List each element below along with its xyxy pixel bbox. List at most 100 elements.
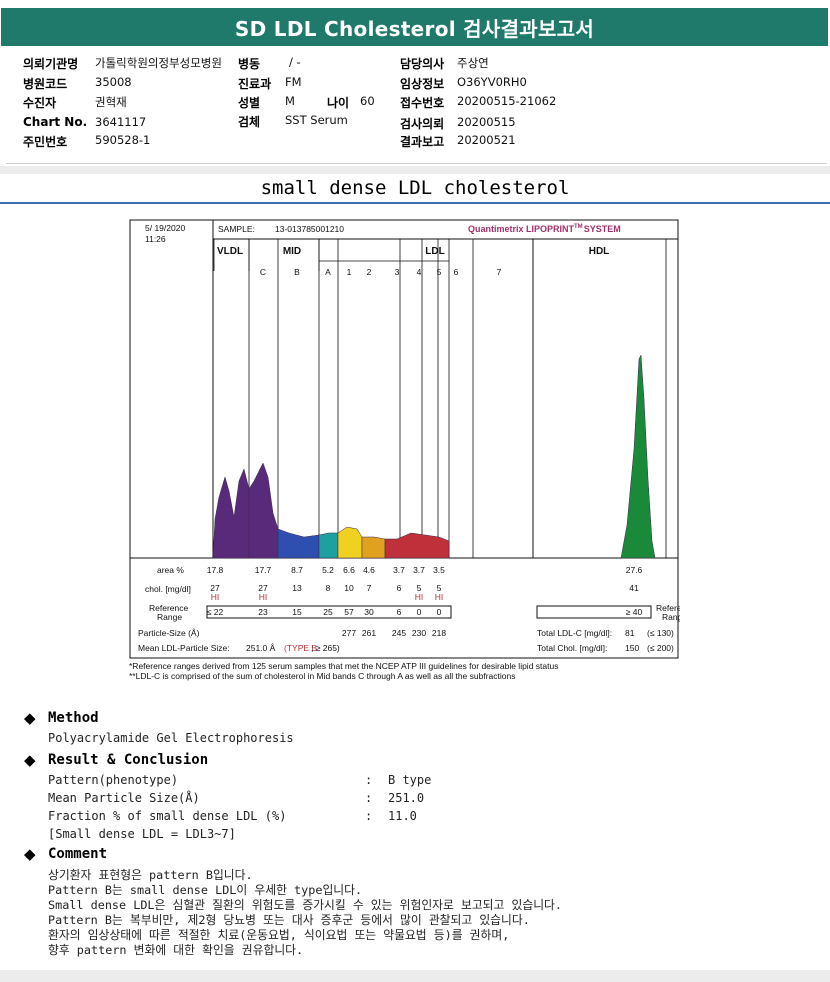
brand-name: Quantimetrix LIPOPRINTTMSYSTEM <box>468 224 621 234</box>
result-sep-size: : <box>365 791 373 805</box>
area-value: 17.7 <box>255 565 272 575</box>
group-label: HDL <box>589 246 610 257</box>
hdl-ref-label-2: Range <box>662 612 680 622</box>
band-label: 6 <box>454 267 459 277</box>
chart-time: 11:26 <box>145 234 166 244</box>
dept-value: FM <box>285 75 302 89</box>
section-title: small dense LDL cholesterol <box>260 177 570 199</box>
doctor-value: 주상연 <box>457 56 489 70</box>
clinical-value: O36YV0RH0 <box>457 75 527 89</box>
band-label: 7 <box>497 267 502 277</box>
sex-value: M <box>285 94 295 108</box>
area-value: 8.7 <box>291 565 303 575</box>
sample-value: 13-013785001210 <box>275 224 344 234</box>
chol-value: 6 <box>397 583 402 593</box>
result-sep-fraction: : <box>365 809 373 823</box>
divider-strip <box>0 166 830 174</box>
area-value: 6.6 <box>343 565 355 575</box>
report-title: SD LDL Cholesterol 검사결과보고서 <box>1 8 828 46</box>
total-chol-ref: (≤ 200) <box>647 643 674 653</box>
band-label: B <box>294 267 300 277</box>
lipoprint-chart-svg: 5/ 19/2020 11:26 SAMPLE: 13-013785001210… <box>129 219 680 661</box>
area-value: 17.8 <box>207 565 224 575</box>
result-note: [Small dense LDL = LDL3~7] <box>48 827 236 841</box>
hospital-value: 가톨릭학원의정부성모병원 <box>95 56 222 70</box>
ref-value: 25 <box>323 607 333 617</box>
particle-size-value: 245 <box>392 628 406 638</box>
ldl2-peak <box>361 536 386 559</box>
total-ldl-ref: (≤ 130) <box>647 628 674 638</box>
result-label-size: Mean Particle Size(Å) <box>48 791 200 805</box>
section-title-rule <box>0 202 830 204</box>
total-chol-value: 150 <box>625 643 639 653</box>
band-label: 5 <box>437 267 442 277</box>
comment-heading: Comment <box>48 846 108 862</box>
chol-value: 7 <box>367 583 372 593</box>
area-value: 3.7 <box>413 565 425 575</box>
clinical-label: 임상정보 <box>400 77 445 91</box>
group-label: VLDL <box>217 246 243 257</box>
area-row-label: area % <box>157 565 184 575</box>
method-heading: Method <box>48 710 99 726</box>
ward-label: 병동 <box>238 57 261 71</box>
ref-value: 6 <box>397 607 402 617</box>
group-label: MID <box>283 246 301 257</box>
chol-row-label: chol. [mg/dl] <box>145 584 191 594</box>
hdl-ref-value: ≥ 40 <box>626 607 643 617</box>
chart-no-value: 3641117 <box>95 115 147 129</box>
age-value: 60 <box>360 94 375 108</box>
area-value: 5.2 <box>322 565 334 575</box>
lipoprint-chart: 5/ 19/2020 11:26 SAMPLE: 13-013785001210… <box>129 219 680 661</box>
hi-flag: HI <box>415 592 424 602</box>
patient-info-panel: 의뢰기관명 가톨릭학원의정부성모병원 병동 / - 담당의사 주상연 병원코드 … <box>6 47 827 164</box>
receipt-value: 20200515-21062 <box>457 94 557 108</box>
hospital-label: 의뢰기관명 <box>23 57 79 71</box>
chart-footnote-1: *Reference ranges derived from 125 serum… <box>129 661 559 671</box>
chol-value: 8 <box>326 583 331 593</box>
patient-label: 수진자 <box>23 96 57 110</box>
ref-row-label-2: Range <box>157 612 182 622</box>
result-bullet-icon: ◆ <box>24 751 36 769</box>
ref-value: 30 <box>364 607 374 617</box>
ref-value: 15 <box>292 607 302 617</box>
hi-flag: HI <box>211 592 220 602</box>
method-text: Polyacrylamide Gel Electrophoresis <box>48 731 294 745</box>
id-label: 주민번호 <box>23 135 68 149</box>
result-value-fraction: 11.0 <box>388 809 417 823</box>
result-label-fraction: Fraction % of small dense LDL (%) <box>48 809 287 823</box>
band-label: C <box>260 267 266 277</box>
total-ldl-label: Total LDL-C [mg/dl]: <box>537 628 612 638</box>
ref-value: 0 <box>417 607 422 617</box>
area-value: 3.5 <box>433 565 445 575</box>
hi-flag: HI <box>259 592 268 602</box>
result-value-size: 251.0 <box>388 791 425 805</box>
sex-label: 성별 <box>238 96 261 110</box>
band-label: 2 <box>367 267 372 277</box>
sample-label: SAMPLE: <box>218 224 255 234</box>
band-label: 3 <box>395 267 400 277</box>
particle-size-label: Particle-Size (Å) <box>138 628 200 638</box>
result-sep-pattern: : <box>365 773 373 787</box>
chart-no-label: Chart No. <box>23 115 88 129</box>
receipt-label: 접수번호 <box>400 96 445 110</box>
code-label: 병원코드 <box>23 77 68 91</box>
chart-footnote-2: **LDL-C is comprised of the sum of chole… <box>129 671 516 681</box>
ward-value: / - <box>289 55 301 69</box>
hdl-chol-value: 41 <box>629 583 639 593</box>
particle-size-value: 230 <box>412 628 426 638</box>
band-label: 4 <box>417 267 422 277</box>
comment-bullet-icon: ◆ <box>24 845 36 863</box>
report-date-value: 20200521 <box>457 133 516 147</box>
patient-value: 권혁재 <box>95 95 127 109</box>
result-label-pattern: Pattern(phenotype) <box>48 773 179 787</box>
band-label: A <box>325 267 331 277</box>
request-value: 20200515 <box>457 115 516 129</box>
result-heading: Result & Conclusion <box>48 752 209 768</box>
method-bullet-icon: ◆ <box>24 709 36 727</box>
chol-value: 10 <box>344 583 354 593</box>
hdl-area-value: 27.6 <box>626 565 643 575</box>
age-label: 나이 <box>327 96 350 110</box>
area-value: 4.6 <box>363 565 375 575</box>
mid-a-peak <box>318 532 339 559</box>
particle-size-value: 218 <box>432 628 446 638</box>
